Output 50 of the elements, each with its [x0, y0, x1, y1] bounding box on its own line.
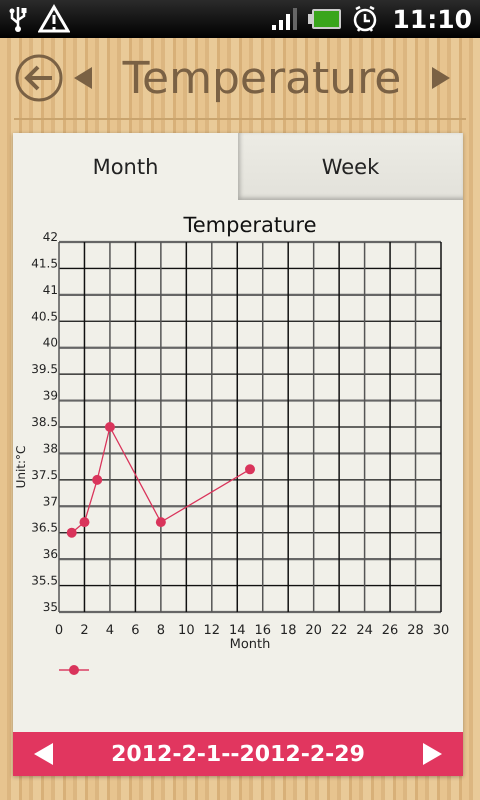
- next-button[interactable]: [430, 65, 452, 91]
- axis-tick-label: 8: [156, 623, 165, 638]
- axis-tick-label: 36.5: [31, 520, 58, 535]
- axis-tick-label: 39: [42, 388, 58, 403]
- previous-button[interactable]: [72, 65, 94, 91]
- axis-tick-label: 40.5: [31, 309, 58, 324]
- axis-title: Month: [230, 637, 270, 652]
- axis-tick-label: 12: [204, 623, 220, 638]
- usb-icon: [8, 5, 28, 33]
- axis-tick-label: 36: [42, 547, 58, 562]
- axis-tick-label: 18: [280, 623, 296, 638]
- axis-tick-label: 30: [432, 623, 450, 638]
- next-button[interactable]: [421, 742, 443, 766]
- axis-tick-label: 14: [229, 623, 246, 638]
- axis-tick-label: 41: [42, 282, 58, 297]
- axis-tick-label: 20: [305, 623, 322, 638]
- signal-icon: [272, 7, 298, 31]
- axis-tick-label: 38.5: [31, 415, 58, 429]
- axis-tick-label: 24: [356, 623, 373, 638]
- alarm-clock-icon: [352, 5, 378, 33]
- axis-tick-label: 10: [178, 623, 195, 638]
- back-button[interactable]: [14, 53, 64, 103]
- axis-tick-label: 28: [407, 623, 424, 638]
- axis-tick-label: 37.5: [31, 468, 58, 482]
- axis-tick-label: 41.5: [31, 256, 58, 270]
- axis-tick-label: 40: [42, 336, 58, 350]
- axis-title: Unit:°C: [14, 446, 28, 488]
- axis-tick-label: 0: [54, 623, 64, 638]
- chart-title: Temperature: [183, 213, 317, 237]
- axis-tick-label: 26: [382, 623, 398, 638]
- date-range: 2012-2-1--2012-2-29: [110, 742, 366, 766]
- axis-tick-label: 42: [42, 230, 58, 244]
- axis-tick-label: 39.5: [31, 362, 58, 376]
- axis-tick-label: 6: [131, 623, 140, 638]
- warning-icon: [38, 4, 70, 34]
- axis-tick-label: 16: [254, 623, 271, 638]
- axis-tick-label: 22: [330, 623, 348, 638]
- page-title: Temperature: [122, 52, 402, 104]
- axis-tick-label: 37: [42, 494, 58, 508]
- axis-tick-label: 4: [106, 623, 114, 638]
- previous-button[interactable]: [33, 742, 55, 766]
- status-time: 11:10: [392, 4, 472, 34]
- tab[interactable]: Week: [238, 133, 463, 200]
- axis-tick-label: 38: [42, 441, 58, 456]
- axis-tick-label: 2: [80, 623, 89, 638]
- axis-tick-label: 35.5: [31, 574, 58, 588]
- battery-icon: [308, 8, 342, 30]
- tab[interactable]: Month: [13, 133, 238, 200]
- axis-tick-label: 35: [42, 600, 58, 614]
- legend-marker-icon: [59, 665, 89, 675]
